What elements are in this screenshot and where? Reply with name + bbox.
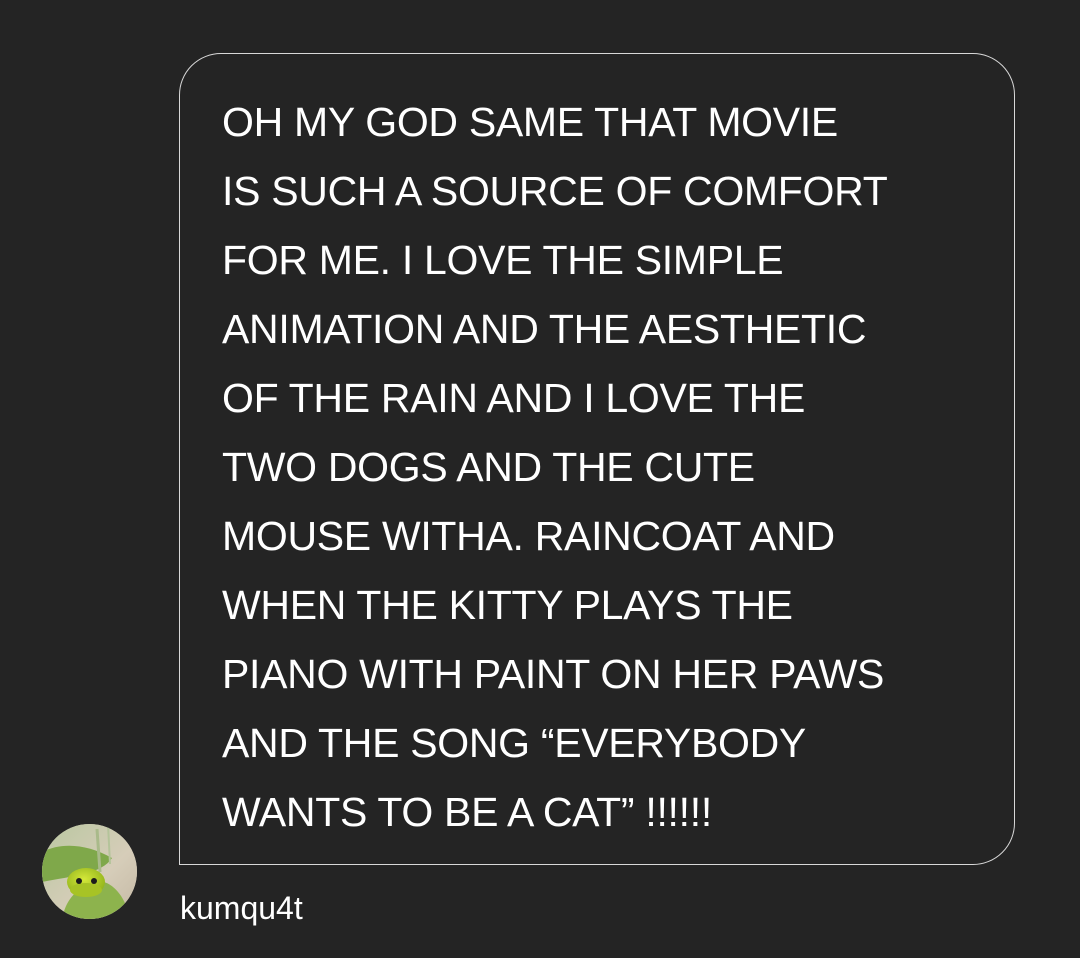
frog-avatar-icon: [42, 824, 137, 919]
message-line: IS SUCH A SOURCE OF COMFORT: [222, 168, 888, 214]
message-line: TWO DOGS AND THE CUTE: [222, 444, 755, 490]
message-line: OF THE RAIN AND I LOVE THE: [222, 375, 806, 421]
message-bubble: OH MY GOD SAME THAT MOVIE IS SUCH A SOUR…: [179, 53, 1015, 865]
message-line: ANIMATION AND THE AESTHETIC: [222, 306, 867, 352]
message-line: MOUSE WITHA. RAINCOAT AND: [222, 513, 835, 559]
message-text: OH MY GOD SAME THAT MOVIE IS SUCH A SOUR…: [222, 88, 1012, 847]
message-line: FOR ME. I LOVE THE SIMPLE: [222, 237, 784, 283]
message-line: WHEN THE KITTY PLAYS THE: [222, 582, 793, 628]
sender-avatar[interactable]: [42, 824, 137, 919]
message-line: OH MY GOD SAME THAT MOVIE: [222, 99, 838, 145]
message-line: AND THE SONG “EVERYBODY: [222, 720, 806, 766]
message-line: PIANO WITH PAINT ON HER PAWS: [222, 651, 885, 697]
sender-username[interactable]: kumqu4t: [180, 886, 303, 930]
message-line: WANTS TO BE A CAT” !!!!!!: [222, 789, 712, 835]
